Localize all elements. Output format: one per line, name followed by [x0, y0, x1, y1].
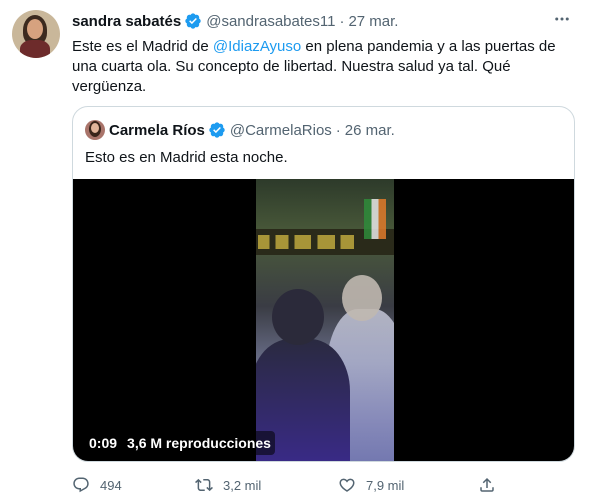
video-stats-overlay: 0:09 3,6 M reproducciones: [85, 431, 275, 455]
quoted-tweet-header: Carmela Ríos @CarmelaRios · 26 mar.: [85, 120, 395, 140]
like-icon: [339, 478, 355, 492]
quoted-author-handle: @CarmelaRios: [229, 121, 332, 139]
share-icon: [480, 477, 494, 492]
header-separator: ·: [339, 12, 345, 30]
tweet: sandra sabatés @sandrasabates11 · 27 mar…: [0, 0, 589, 503]
author-handle[interactable]: @sandrasabates11: [206, 13, 335, 30]
reply-count: 494: [100, 477, 122, 493]
like-button[interactable]: 7,9 mil: [338, 474, 404, 496]
retweet-count: 3,2 mil: [223, 477, 262, 493]
more-options-icon[interactable]: [549, 8, 575, 30]
reply-icon: [73, 477, 89, 493]
retweet-button[interactable]: 3,2 mil: [195, 474, 261, 496]
video-player[interactable]: 0:09 3,6 M reproducciones: [73, 179, 574, 461]
author-avatar[interactable]: [12, 10, 60, 58]
retweet-icon: [195, 478, 213, 492]
video-frame: [256, 179, 394, 461]
like-count: 7,9 mil: [366, 477, 405, 493]
quoted-tweet-text: Esto es en Madrid esta noche.: [85, 149, 288, 166]
quoted-author-name: Carmela Ríos: [109, 121, 205, 139]
verified-badge-icon: [209, 122, 225, 138]
tweet-date[interactable]: 27 mar.: [348, 13, 398, 30]
video-views: 3,6 M reproducciones: [127, 435, 271, 451]
author-name[interactable]: sandra sabatés: [72, 13, 181, 30]
tweet-text-part1: Este es el Madrid de: [72, 38, 213, 55]
quoted-header-separator: ·: [335, 121, 341, 139]
quoted-tweet[interactable]: Carmela Ríos @CarmelaRios · 26 mar. Esto…: [72, 106, 575, 462]
tweet-text: Este es el Madrid de @IdiazAyuso en plen…: [72, 37, 572, 97]
quoted-author-avatar: [85, 120, 105, 140]
video-duration: 0:09: [89, 435, 118, 451]
tweet-actions: 494 3,2 mil 7,9 mil: [72, 474, 512, 496]
quoted-tweet-date: 26 mar.: [344, 121, 395, 139]
mention-link[interactable]: @IdiazAyuso: [213, 38, 301, 55]
share-button[interactable]: [478, 474, 506, 496]
reply-button[interactable]: 494: [72, 474, 122, 496]
tweet-header: sandra sabatés @sandrasabates11 · 27 mar…: [72, 11, 398, 31]
verified-badge-icon: [185, 13, 201, 29]
